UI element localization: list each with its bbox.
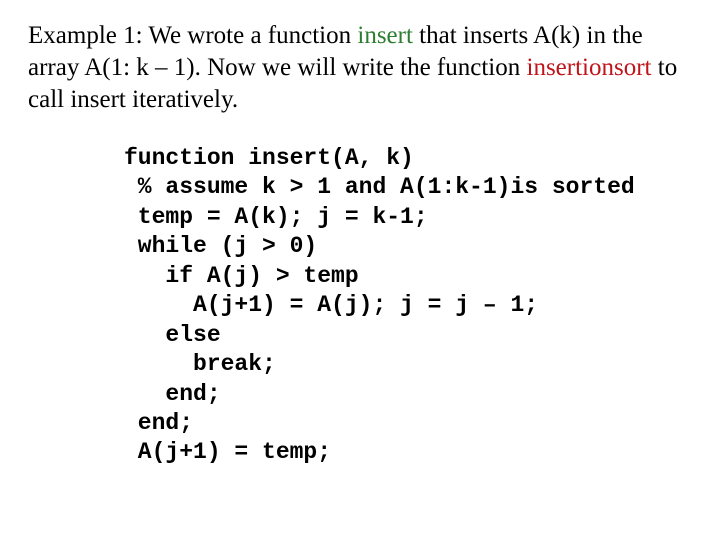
code-line: end;: [124, 409, 692, 438]
code-line: end;: [124, 380, 692, 409]
code-line: break;: [124, 350, 692, 379]
keyword-insert: insert: [357, 22, 413, 49]
code-line: if A(j) > temp: [124, 262, 692, 291]
keyword-insertionsort: insertionsort: [527, 54, 652, 81]
code-line: temp = A(k); j = k-1;: [124, 203, 692, 232]
code-line: A(j+1) = A(j); j = j – 1;: [124, 291, 692, 320]
code-line: function insert(A, k): [124, 144, 692, 173]
code-line: A(j+1) = temp;: [124, 438, 692, 467]
code-block: function insert(A, k) % assume k > 1 and…: [124, 144, 692, 468]
code-line: while (j > 0): [124, 232, 692, 261]
code-line: else: [124, 321, 692, 350]
slide: Example 1: We wrote a function insert th…: [0, 0, 720, 540]
intro-paragraph: Example 1: We wrote a function insert th…: [28, 20, 692, 116]
intro-text-1: Example 1: We wrote a function: [28, 22, 357, 49]
code-line: % assume k > 1 and A(1:k-1)is sorted: [124, 173, 692, 202]
